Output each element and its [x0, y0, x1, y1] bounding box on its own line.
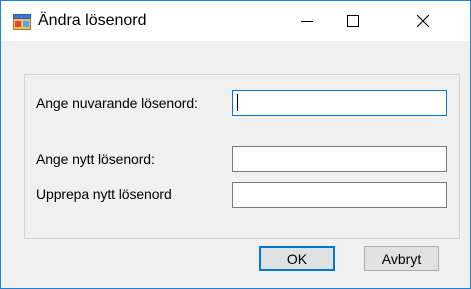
repeat-password-field[interactable]: [232, 182, 447, 208]
current-password-field[interactable]: [232, 90, 447, 116]
new-password-label: Ange nytt lösenord:: [36, 151, 155, 167]
repeat-password-label: Upprepa nytt lösenord: [36, 186, 172, 202]
minimize-button[interactable]: [284, 1, 330, 41]
cancel-button[interactable]: Avbryt: [364, 246, 439, 271]
text-caret: [237, 94, 238, 111]
close-button[interactable]: [376, 1, 470, 41]
title-bar[interactable]: Ändra lösenord: [1, 1, 470, 41]
window-title: Ändra lösenord: [38, 12, 147, 29]
maximize-icon: [347, 15, 359, 27]
minimize-icon: [301, 15, 313, 27]
ok-button[interactable]: OK: [259, 246, 335, 271]
new-password-field[interactable]: [232, 146, 447, 172]
app-form-icon: [13, 14, 31, 30]
current-password-label: Ange nuvarande lösenord:: [36, 95, 198, 111]
dialog-window: Ändra lösenord Ange nuvarande lösenord: …: [0, 0, 471, 289]
close-icon: [417, 15, 429, 27]
maximize-button[interactable]: [330, 1, 376, 41]
